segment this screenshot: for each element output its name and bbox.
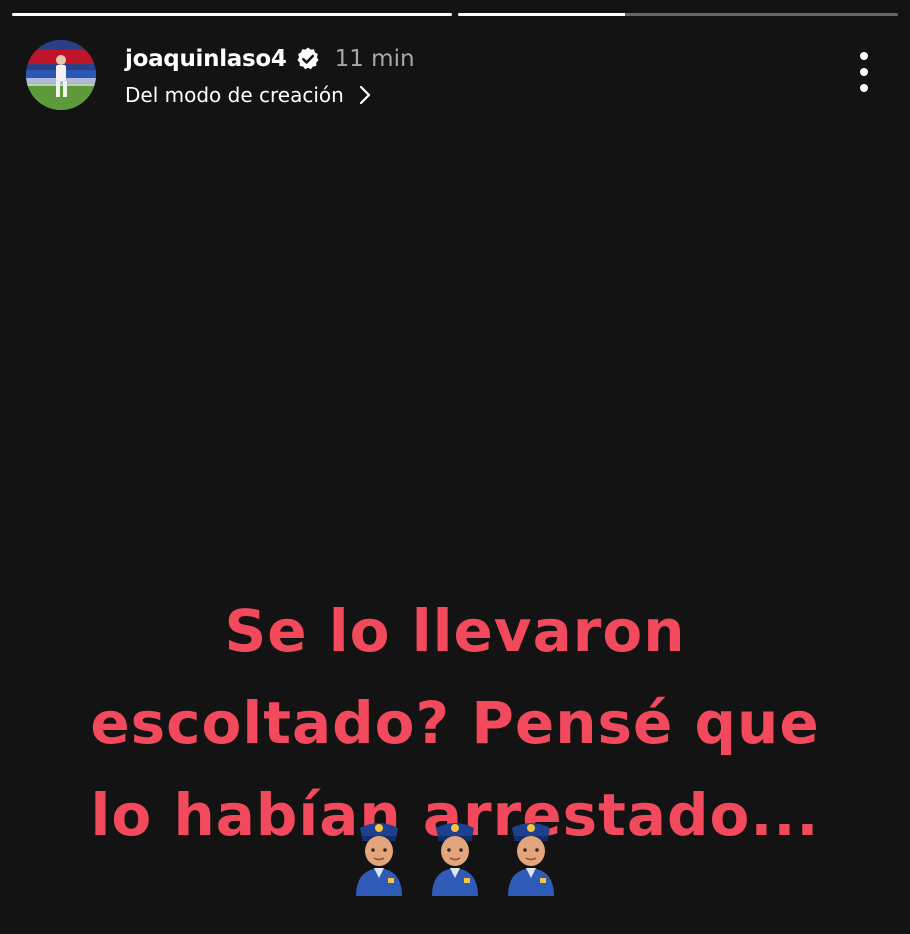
- story-progress: [12, 13, 898, 17]
- time-ago: 11 min: [334, 46, 415, 72]
- caption-line-1: Se lo llevaron: [224, 597, 686, 665]
- user-line: joaquinlaso4 11 min: [125, 42, 415, 76]
- police-officer-emoji-icon: [428, 818, 482, 896]
- progress-fill-1: [12, 13, 452, 16]
- progress-segment-2: [458, 13, 898, 16]
- avatar[interactable]: [26, 40, 96, 110]
- more-dot-icon: [860, 52, 868, 60]
- progress-fill-2: [458, 13, 626, 16]
- verified-badge-icon: [295, 46, 321, 72]
- more-options-button[interactable]: [858, 52, 870, 92]
- caption-line-2: escoltado? Pensé que: [90, 689, 820, 757]
- creation-mode-link[interactable]: Del modo de creación: [125, 80, 372, 110]
- story-header: joaquinlaso4 11 min Del modo de creación: [26, 38, 884, 114]
- police-officer-emoji-icon: [504, 818, 558, 896]
- progress-segment-1: [12, 13, 452, 16]
- more-dot-icon: [860, 84, 868, 92]
- police-officer-emoji-icon: [352, 818, 406, 896]
- username[interactable]: joaquinlaso4: [125, 46, 287, 72]
- emoji-row: [0, 818, 910, 896]
- chevron-right-icon: [358, 84, 372, 106]
- more-dot-icon: [860, 68, 868, 76]
- creation-mode-label: Del modo de creación: [125, 83, 344, 107]
